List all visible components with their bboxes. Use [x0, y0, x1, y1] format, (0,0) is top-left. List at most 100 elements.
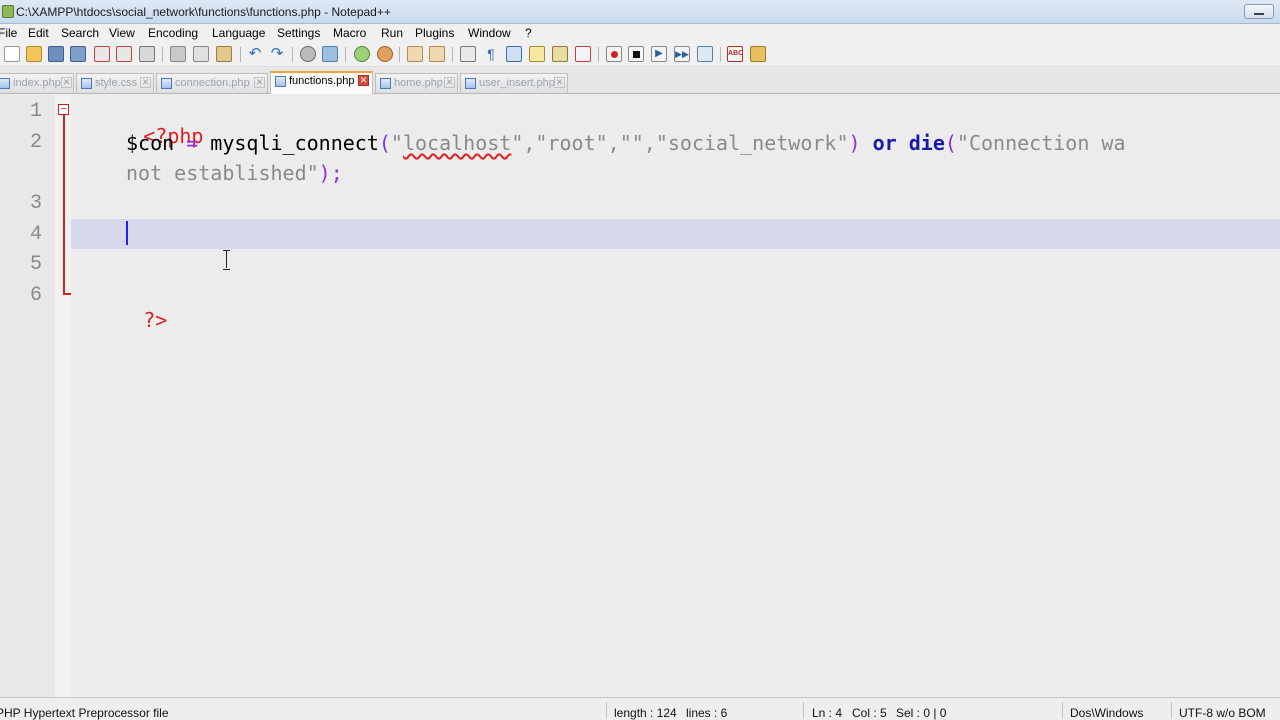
tab-functions-php[interactable]: functions.php ✕ — [270, 71, 373, 94]
status-file-type: PHP Hypertext Preprocessor file — [0, 706, 169, 720]
toolbar-separator — [452, 47, 453, 62]
tab-style-css[interactable]: style.css ✕ — [76, 73, 154, 93]
menu-edit[interactable]: Edit — [28, 26, 49, 40]
tab-user-insert-php[interactable]: user_insert.php ✕ — [460, 73, 568, 93]
fold-collapse-icon[interactable]: − — [58, 104, 69, 115]
redo-icon[interactable]: ↷ — [269, 46, 285, 62]
cut-icon[interactable] — [170, 46, 186, 62]
tab-label: style.css — [95, 77, 138, 89]
word-wrap-icon[interactable] — [460, 46, 476, 62]
menu-run[interactable]: Run — [381, 26, 403, 40]
menu-file[interactable]: File — [0, 26, 17, 40]
line-number: 1 — [29, 100, 42, 123]
folder-workspace-icon[interactable] — [529, 46, 545, 62]
toolbar-separator — [720, 47, 721, 62]
undo-icon[interactable]: ↶ — [247, 46, 263, 62]
notepadpp-app-icon — [2, 5, 14, 18]
menu-bar: File Edit Search View Encoding Language … — [0, 24, 1280, 43]
sync-vertical-icon[interactable] — [407, 46, 423, 62]
keyword-die: die — [908, 131, 945, 155]
paren-token: ( — [944, 131, 957, 155]
new-file-icon[interactable] — [4, 46, 20, 62]
toolbar-separator — [345, 47, 346, 62]
menu-view[interactable]: View — [109, 26, 135, 40]
code-text-area[interactable]: <?php $con = mysqli_connect("localhost",… — [71, 95, 1280, 697]
menu-macro[interactable]: Macro — [333, 26, 366, 40]
string-message-token: "Connection wa — [956, 131, 1126, 155]
open-file-icon[interactable] — [26, 46, 42, 62]
line-number: 3 — [29, 192, 42, 215]
status-divider — [606, 702, 607, 719]
document-map-icon[interactable] — [552, 46, 568, 62]
save-all-icon[interactable] — [70, 46, 86, 62]
status-encoding[interactable]: UTF-8 w/o BOM — [1179, 706, 1266, 720]
status-bar: PHP Hypertext Preprocessor file length :… — [0, 697, 1280, 720]
function-list-icon[interactable] — [575, 46, 591, 62]
status-lines: lines : 6 — [686, 706, 728, 720]
close-tab-icon[interactable]: ✕ — [554, 77, 565, 88]
function-token: mysqli_connect — [210, 131, 379, 155]
menu-search[interactable]: Search — [61, 26, 99, 40]
statement-end-token: ); — [318, 161, 343, 185]
menu-language[interactable]: Language — [212, 26, 265, 40]
ibeam-cursor-icon — [222, 250, 231, 270]
tab-index-php[interactable]: index.php ✕ — [0, 73, 74, 93]
tab-label: functions.php — [289, 75, 355, 87]
find-icon[interactable] — [300, 46, 316, 62]
line-number: 6 — [29, 284, 42, 307]
copy-icon[interactable] — [193, 46, 209, 62]
close-tab-icon[interactable]: ✕ — [61, 77, 72, 88]
text-caret — [126, 221, 128, 245]
title-bar: C:\XAMPP\htdocs\social_network\functions… — [0, 0, 1280, 24]
tab-home-php[interactable]: home.php ✕ — [375, 73, 458, 93]
minimize-button[interactable] — [1244, 4, 1274, 19]
save-macro-icon[interactable] — [697, 46, 713, 62]
status-length: length : 124 — [614, 706, 677, 720]
record-macro-icon[interactable] — [606, 46, 622, 62]
toolbar-separator — [399, 47, 400, 62]
toolbar: ↶ ↷ ¶ ▶ ▶▶ ABC — [0, 43, 1280, 67]
print-icon[interactable] — [139, 46, 155, 62]
menu-window[interactable]: Window — [468, 26, 511, 40]
code-editor[interactable]: 1 2 3 4 5 6 − <?php $con = mysqli_connec… — [0, 95, 1280, 697]
close-tab-icon[interactable]: ✕ — [444, 77, 455, 88]
line-number: 5 — [29, 253, 42, 276]
spellcheck-string-token: localhost — [402, 131, 512, 155]
status-divider — [1171, 702, 1172, 719]
tab-label: connection.php — [175, 77, 250, 89]
code-line-6: ?> — [71, 284, 167, 356]
stop-macro-icon[interactable] — [628, 46, 644, 62]
status-line-number: Ln : 4 — [812, 706, 843, 720]
spell-check-icon[interactable]: ABC — [727, 46, 743, 62]
run-macro-multiple-icon[interactable]: ▶▶ — [674, 46, 690, 62]
close-tab-icon[interactable]: ✕ — [254, 77, 265, 88]
line-number: 2 — [29, 131, 42, 154]
menu-plugins[interactable]: Plugins — [415, 26, 454, 40]
php-file-icon — [275, 76, 286, 87]
toolbar-separator — [598, 47, 599, 62]
zoom-out-icon[interactable] — [377, 46, 393, 62]
menu-encoding[interactable]: Encoding — [148, 26, 198, 40]
string-message-token: not established" — [126, 161, 319, 185]
close-tab-icon[interactable]: ✕ — [358, 75, 369, 86]
php-file-icon — [465, 78, 476, 89]
status-column: Col : 5 — [852, 706, 887, 720]
close-file-icon[interactable] — [94, 46, 110, 62]
document-tab-bar: index.php ✕ style.css ✕ connection.php ✕… — [0, 67, 1280, 94]
sync-horizontal-icon[interactable] — [429, 46, 445, 62]
play-macro-icon[interactable]: ▶ — [651, 46, 667, 62]
replace-icon[interactable] — [322, 46, 338, 62]
zoom-in-icon[interactable] — [354, 46, 370, 62]
close-all-icon[interactable] — [116, 46, 132, 62]
plugin-tool-icon[interactable] — [750, 46, 766, 62]
menu-settings[interactable]: Settings — [277, 26, 320, 40]
code-line-2: $con = mysqli_connect("localhost","root"… — [126, 131, 1125, 155]
tab-connection-php[interactable]: connection.php ✕ — [156, 73, 268, 93]
show-all-chars-icon[interactable]: ¶ — [483, 46, 499, 62]
menu-help[interactable]: ? — [525, 26, 532, 40]
status-eol-format[interactable]: Dos\Windows — [1070, 706, 1143, 720]
save-icon[interactable] — [48, 46, 64, 62]
close-tab-icon[interactable]: ✕ — [140, 77, 151, 88]
indent-guide-icon[interactable] — [506, 46, 522, 62]
paste-icon[interactable] — [216, 46, 232, 62]
